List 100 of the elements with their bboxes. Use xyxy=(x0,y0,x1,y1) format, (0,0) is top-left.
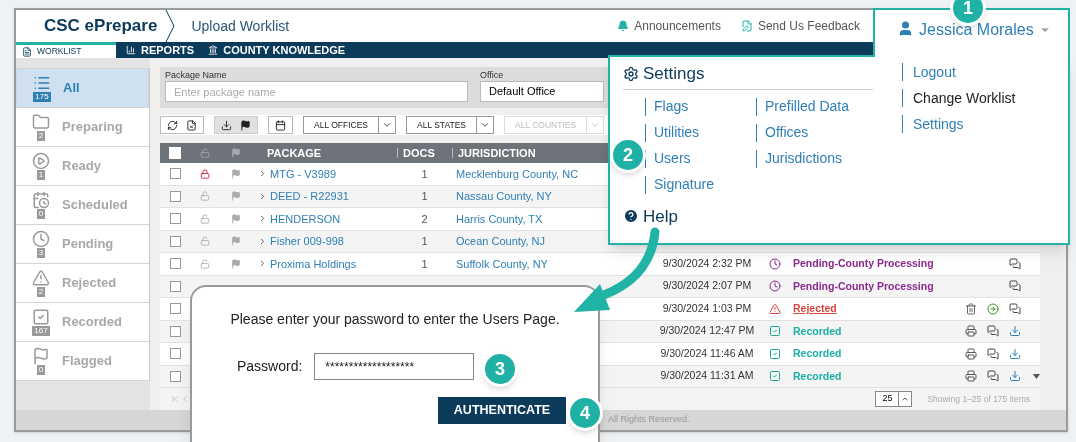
row-checkbox[interactable] xyxy=(169,258,181,270)
expand-icon xyxy=(258,214,267,224)
expand-icon xyxy=(258,259,267,269)
menu-heading[interactable]: Help xyxy=(643,203,678,229)
date-cell-text: 9/30/2024 2:07 PM xyxy=(662,278,752,294)
sidebar-label: Ready xyxy=(62,157,102,176)
date-cell-text: 9/30/2024 11:46 AM xyxy=(660,345,754,361)
sidebar-item[interactable]: 167 Recorded xyxy=(16,303,149,342)
jurisdiction-link[interactable]: Nassau County, NY xyxy=(456,190,552,202)
menu-link[interactable]: Change Worklist xyxy=(913,87,1016,109)
download-icon xyxy=(1009,370,1021,383)
row-checkbox[interactable] xyxy=(169,348,181,360)
edit-note-icon xyxy=(740,20,753,32)
package-link[interactable]: DEED - R22931 xyxy=(270,188,349,205)
docs-count: 1 xyxy=(421,166,428,182)
menu-link[interactable]: Flags xyxy=(654,96,689,117)
row-checkbox[interactable] xyxy=(169,235,181,247)
unlock-icon xyxy=(200,236,210,247)
menu-link[interactable]: Offices xyxy=(765,122,809,143)
nav-tab[interactable]: WORKLIST xyxy=(16,42,116,58)
scroll-down-arrow-icon[interactable] xyxy=(1033,374,1040,379)
header-link[interactable]: Send Us Feedback xyxy=(757,17,860,35)
docs-count: 2 xyxy=(421,211,428,227)
sidebar-item[interactable]: 0 Flagged xyxy=(16,342,149,381)
row-checkbox[interactable] xyxy=(169,370,181,382)
flag-icon xyxy=(240,119,251,131)
count-badge: 2 xyxy=(36,131,46,141)
first-page-icon xyxy=(170,394,180,404)
count-badge: 2 xyxy=(36,287,46,297)
sidebar-item[interactable]: 1 Ready xyxy=(16,147,149,186)
expand-icon xyxy=(258,236,267,246)
menu-heading: Settings xyxy=(643,63,705,85)
filter-dropdown[interactable]: ALL OFFICES xyxy=(303,116,396,134)
status-text: Recorded xyxy=(793,347,842,360)
brand-title: CSC ePrepare xyxy=(43,15,158,38)
menu-link[interactable]: Settings xyxy=(913,113,964,135)
bar-chart-icon xyxy=(126,45,136,55)
menu-link[interactable]: Logout xyxy=(913,61,956,83)
unlock-icon xyxy=(200,148,210,158)
menu-link[interactable]: Prefilled Data xyxy=(765,96,850,117)
unlock-icon xyxy=(200,191,210,202)
sidebar-item[interactable]: 3 Pending xyxy=(16,225,149,264)
filter-dropdown[interactable]: ALL STATES xyxy=(406,116,494,134)
package-link[interactable]: HENDERSON xyxy=(270,210,341,227)
jurisdiction-link[interactable]: Ocean County, NJ xyxy=(456,235,546,247)
status-text: Pending-County Processing xyxy=(793,279,934,292)
header-link[interactable]: Announcements xyxy=(634,17,721,35)
sidebar-item[interactable]: 0 Scheduled xyxy=(16,186,149,225)
date-cell-text: 9/30/2024 2:32 PM xyxy=(662,255,752,271)
jurisdiction-link[interactable]: Mecklenburg County, NC xyxy=(456,167,579,180)
column-header[interactable]: DOCS xyxy=(403,144,435,162)
office-select[interactable]: Default Office xyxy=(480,81,604,102)
row-checkbox[interactable] xyxy=(169,190,181,202)
status-text: Rejected xyxy=(793,302,837,315)
row-checkbox[interactable] xyxy=(169,325,181,337)
flag-icon xyxy=(231,236,241,247)
jurisdiction-link[interactable]: Suffolk County, NY xyxy=(456,257,548,270)
row-checkbox[interactable] xyxy=(169,280,181,292)
settings-icon xyxy=(623,65,639,82)
page-size-select[interactable]: 25 xyxy=(875,391,913,407)
status-text: Pending-County Processing xyxy=(793,257,934,270)
sidebar-item[interactable]: 175 All xyxy=(16,68,149,108)
menu-link[interactable]: Jurisdictions xyxy=(765,148,843,169)
calendar-clock-icon xyxy=(32,191,50,209)
package-name-field[interactable]: Enter package name xyxy=(165,81,468,102)
row-checkbox[interactable] xyxy=(169,213,181,225)
count-badge: 0 xyxy=(36,365,46,375)
count-badge: 3 xyxy=(36,248,46,258)
expand-icon xyxy=(258,169,267,179)
spreadsheet-icon xyxy=(186,119,197,131)
nav-tab[interactable]: COUNTY KNOWLEDGE xyxy=(198,42,350,58)
caret-icon xyxy=(382,120,392,130)
column-header[interactable]: PACKAGE xyxy=(267,146,322,159)
bell-icon xyxy=(617,20,630,32)
menu-link[interactable]: Signature xyxy=(654,174,714,195)
dialog-message: Please enter your password to enter the Users Page. xyxy=(230,310,560,329)
sidebar-item[interactable]: 2 Rejected xyxy=(16,264,149,303)
row-checkbox[interactable] xyxy=(169,168,181,180)
authenticate-button[interactable]: AUTHENTICATE xyxy=(438,397,566,424)
date-cell-text: 9/30/2024 12:47 PM xyxy=(659,323,755,339)
column-header[interactable]: JURISDICTION xyxy=(458,144,536,162)
package-link[interactable]: Proxima Holdings xyxy=(270,255,357,272)
unlock-icon xyxy=(200,258,210,269)
sidebar-item[interactable]: 2 Preparing xyxy=(16,108,149,147)
printer-icon xyxy=(965,370,977,383)
row-checkbox[interactable] xyxy=(169,303,181,315)
count-badge: 175 xyxy=(33,92,51,102)
sidebar-label: Preparing xyxy=(62,118,123,137)
package-link[interactable]: Fisher 009-998 xyxy=(270,233,344,250)
menu-link[interactable]: Utilities xyxy=(654,122,700,143)
jurisdiction-link[interactable]: Harris County, TX xyxy=(456,212,543,225)
docs-count: 1 xyxy=(421,256,428,272)
warning-icon xyxy=(768,302,781,315)
menu-link[interactable]: Users xyxy=(654,148,691,169)
password-field[interactable]: ******************* xyxy=(314,353,475,380)
docs-count: 1 xyxy=(421,189,428,204)
flag-icon xyxy=(231,258,241,269)
nav-tab[interactable]: REPORTS xyxy=(116,42,199,58)
package-link[interactable]: MTG - V3989 xyxy=(270,165,337,182)
select-all-checkbox[interactable] xyxy=(169,147,181,159)
